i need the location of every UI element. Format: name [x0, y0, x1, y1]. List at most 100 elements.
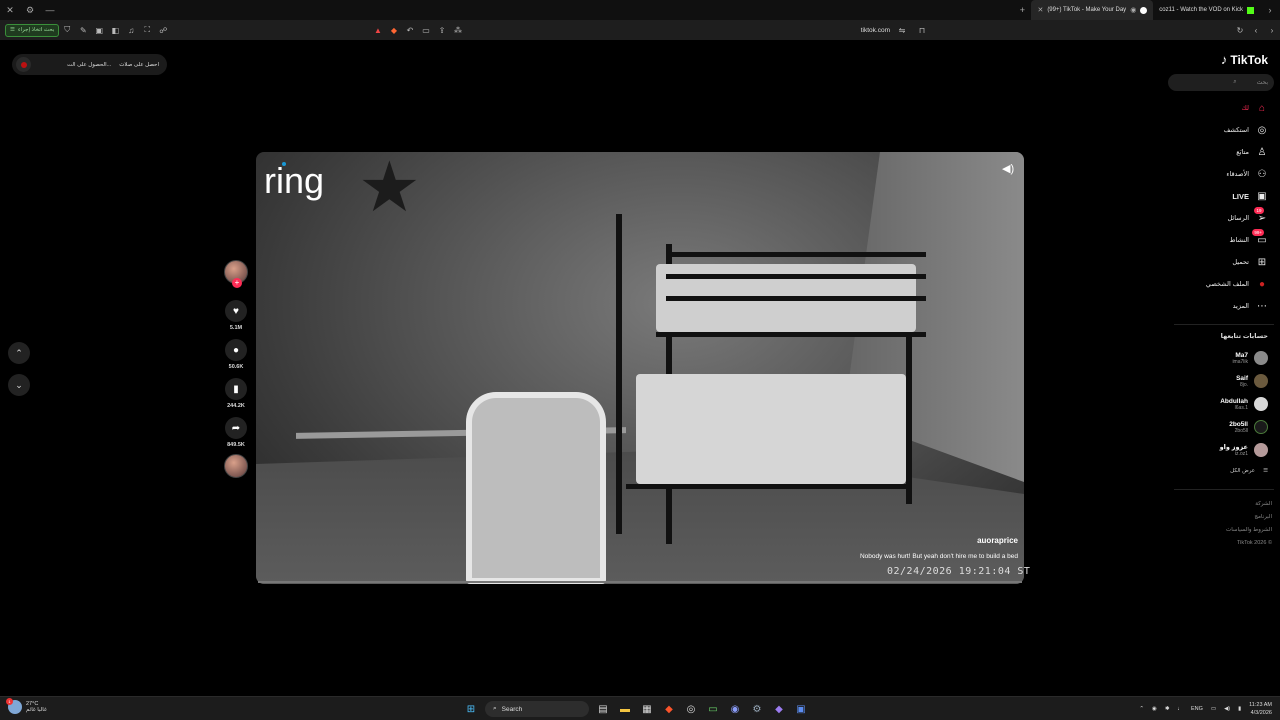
nav-explore[interactable]: استكشف ◎ — [1224, 120, 1268, 140]
tray-chevron-icon[interactable]: ⌃ — [1139, 706, 1144, 712]
weather-widget[interactable]: 1 27°C غالبا غائم — [6, 698, 47, 714]
nav-friends[interactable]: الأصدقاء ⚇ — [1226, 164, 1268, 184]
promo-item-1[interactable]: احصل على صلات — [119, 62, 159, 68]
more-icon: ⋯ — [1257, 300, 1267, 312]
nav-more[interactable]: المزيد ⋯ — [1233, 296, 1268, 316]
file-explorer-icon[interactable]: ▬ — [617, 701, 633, 717]
back-arrow-icon[interactable]: ↶ — [402, 22, 418, 38]
next-video-button[interactable]: ⌄ — [8, 374, 30, 396]
address-bar[interactable]: ▲ ◆ ↶ ▭ ⇪ ⁂ tiktok.com ⇋ ⊓ — [370, 20, 930, 40]
following-account[interactable]: Saif 8jo. — [1236, 371, 1268, 391]
extensions-icon[interactable]: ✎ — [75, 22, 91, 38]
user-follow-icon: ♙ — [1257, 146, 1267, 158]
settings-icon[interactable]: ⚙ — [20, 0, 40, 20]
chat-icon[interactable]: ☍ — [155, 22, 171, 38]
mic-icon[interactable]: ♩ — [1177, 706, 1183, 712]
language-indicator[interactable]: ENG — [1191, 706, 1203, 712]
shield-icon[interactable]: ⛉ — [59, 22, 75, 38]
taskbar-search-input[interactable]: ⌕ Search — [485, 701, 589, 717]
windows-start-icon[interactable]: ⊞ — [463, 701, 479, 717]
tab-tiktok[interactable]: ✕ (99+) TikTok - Make Your Day ◉ — [1031, 0, 1154, 20]
share-icon[interactable]: ⇪ — [434, 22, 450, 38]
footer-program-link[interactable]: البرنامج — [1254, 514, 1272, 520]
comment-icon: ● — [232, 344, 240, 356]
back-icon[interactable]: ‹ — [1248, 22, 1264, 38]
bookmark-icon[interactable]: ⊓ — [914, 22, 930, 38]
store-icon[interactable]: ▦ — [639, 701, 655, 717]
chrome-icon[interactable]: ◎ — [683, 701, 699, 717]
creator-avatar[interactable]: + — [224, 260, 248, 288]
messages-icon: ➢ 19 — [1254, 207, 1268, 224]
save-button[interactable]: ▮ — [225, 378, 247, 400]
video-player[interactable]: ★ — [256, 152, 1024, 584]
previous-video-button[interactable]: ⌃ — [8, 342, 30, 364]
mute-tab-icon[interactable]: ◉ — [1130, 6, 1136, 14]
warning-icon[interactable]: ▲ — [370, 22, 386, 38]
nav-messages[interactable]: الرسائل ➢ 19 — [1227, 207, 1268, 228]
volume-icon[interactable]: ◀) — [1002, 162, 1014, 175]
following-account[interactable]: عزوز واو iz.oz1 — [1220, 440, 1268, 460]
tray-app-icon[interactable]: ◉ — [1152, 706, 1157, 712]
video-author[interactable]: auoraprice — [977, 536, 1018, 545]
record-icon[interactable] — [16, 57, 31, 72]
reader-icon[interactable]: ◧ — [107, 22, 123, 38]
footer-copyright: TikTok 2026 © — [1236, 540, 1272, 546]
tab-menu-icon[interactable]: › — [1260, 0, 1280, 20]
swap-icon[interactable]: ⇋ — [894, 22, 910, 38]
translate-icon[interactable]: ⁂ — [450, 22, 466, 38]
nav-live[interactable]: LIVE ▣ — [1232, 186, 1268, 206]
nav-profile[interactable]: الملف الشخصي ● — [1206, 274, 1268, 294]
activity-icon: ▭ 99+ — [1252, 229, 1267, 246]
share-button[interactable]: ➦ — [225, 417, 247, 439]
footer-company-link[interactable]: الشركة — [1255, 501, 1272, 507]
comment-button[interactable]: ● — [225, 339, 247, 361]
brave-shield-icon[interactable]: ◆ — [386, 22, 402, 38]
footer-terms-link[interactable]: الشروط والسياسات — [1226, 527, 1272, 533]
following-account[interactable]: 2bo5ll 2bo5ll — [1229, 417, 1268, 437]
close-tab-icon[interactable]: ✕ — [1037, 6, 1043, 14]
network-icon[interactable]: ▭ — [1211, 706, 1216, 712]
music-icon[interactable]: ♫ — [123, 22, 139, 38]
close-window-icon[interactable]: ✕ — [0, 0, 20, 20]
nav-activity[interactable]: النشاط ▭ 99+ — [1229, 229, 1268, 250]
follow-plus-icon[interactable]: + — [232, 278, 242, 288]
forward-icon[interactable]: › — [1264, 22, 1280, 38]
battery-icon[interactable]: ▮ — [1238, 706, 1241, 712]
brave-browser-icon[interactable]: ◆ — [661, 701, 677, 717]
sound-disc-avatar[interactable] — [224, 454, 248, 478]
minimize-icon[interactable]: — — [40, 0, 60, 20]
video-seek-bar[interactable] — [258, 581, 1022, 583]
promo-pill[interactable]: الحصول على الت... احصل على صلات — [12, 54, 167, 75]
tab-kick[interactable]: coz11 - Watch the VOD on Kick — [1153, 0, 1260, 20]
promo-item-2[interactable]: الحصول على الت... — [67, 62, 111, 68]
new-tab-icon[interactable]: + — [1013, 5, 1031, 15]
pip-icon[interactable]: ▭ — [418, 22, 434, 38]
sidebar-toggle-button[interactable]: ☰ بحث اتخاذ إجراء — [5, 23, 60, 37]
screenshot-icon[interactable]: ⛶ — [139, 22, 155, 38]
following-account[interactable]: Abdullah l6as.1 — [1220, 394, 1268, 414]
search-input[interactable]: ⌕ بحث — [1168, 74, 1274, 91]
camera-timestamp: 02/24/2026 19:21:04 ST — [887, 566, 1031, 577]
nav-upload[interactable]: تحميل ⊞ — [1232, 252, 1268, 272]
reload-icon[interactable]: ↻ — [1232, 22, 1248, 38]
nav-for-you[interactable]: لك ⌂ — [1242, 98, 1268, 118]
clock[interactable]: 11:23 AM 4/3/2026 — [1249, 701, 1272, 717]
task-view-icon[interactable]: ▤ — [595, 701, 611, 717]
account-avatar — [1254, 443, 1268, 457]
tiktok-logo[interactable]: ♪ TikTok — [1221, 52, 1268, 67]
bunk-bed-image — [606, 214, 936, 544]
volume-icon[interactable]: ◀) — [1224, 706, 1230, 712]
following-account[interactable]: Ma7 ima7lik — [1232, 348, 1268, 368]
bluetooth-icon[interactable]: ✱ — [1165, 706, 1170, 712]
search-icon[interactable]: ⌕ — [1233, 79, 1236, 86]
nav-following[interactable]: متابَع ♙ — [1236, 142, 1268, 162]
terminal-icon[interactable]: ▭ — [705, 701, 721, 717]
media-app-icon[interactable]: ▣ — [793, 701, 809, 717]
split-view-icon[interactable]: ▣ — [91, 22, 107, 38]
tab-label: (99+) TikTok - Make Your Day — [1047, 7, 1127, 13]
like-button[interactable]: ♥ — [225, 300, 247, 322]
settings-gear-icon[interactable]: ⚙ — [749, 701, 765, 717]
discord-icon[interactable]: ◉ — [727, 701, 743, 717]
app-icon[interactable]: ◆ — [771, 701, 787, 717]
see-all-button[interactable]: عرض الكل ☰ — [1230, 468, 1268, 474]
